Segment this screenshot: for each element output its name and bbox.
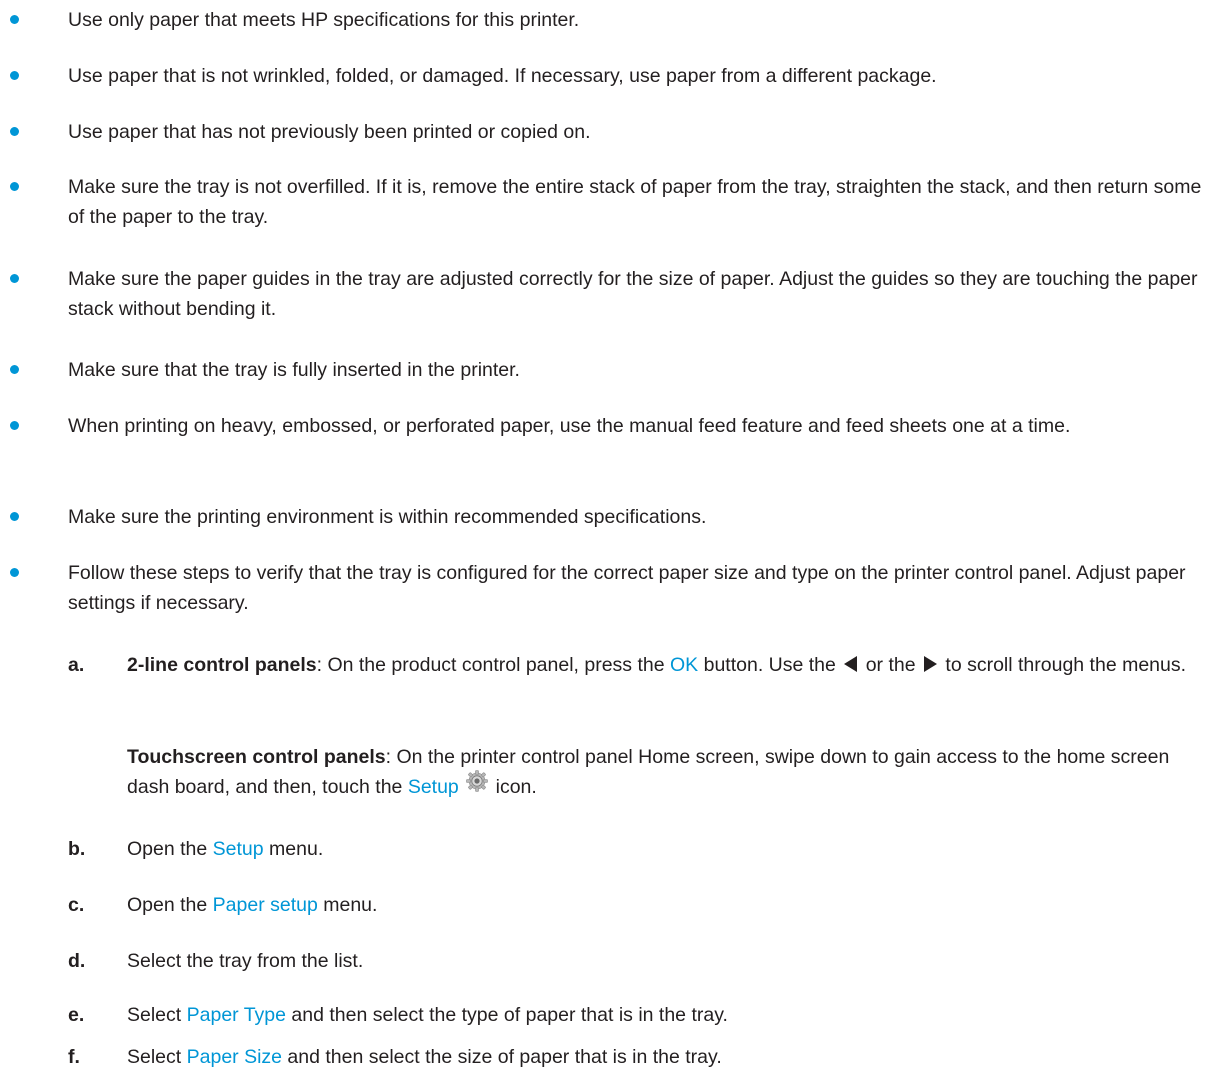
step-text: Select Paper Type and then select the ty… [127, 1000, 1207, 1030]
step-letter: e. [68, 1004, 85, 1026]
setup-link: Setup [407, 776, 459, 798]
step-text: : On the product control panel, press th… [316, 654, 670, 676]
bullet-dot [10, 274, 19, 283]
bullet-item: Make sure the paper guides in the tray a… [10, 264, 1213, 324]
step-text: and then select the type of paper that i… [286, 1004, 728, 1026]
step-text: Select [127, 1046, 187, 1068]
bullet-dot [10, 421, 19, 430]
bullet-item: Make sure the tray is not overfilled. If… [10, 172, 1213, 232]
ok-button-ref: OK [670, 654, 699, 676]
bullet-text: Make sure that the tray is fully inserte… [68, 359, 520, 381]
step-text: menu. [317, 894, 378, 916]
step-text: icon. [490, 776, 537, 798]
step-text: Open the [127, 894, 213, 916]
bullet-text: When printing on heavy, embossed, or per… [68, 415, 1071, 437]
setup-menu-link: Setup [212, 838, 264, 860]
bullet-item: Use only paper that meets HP specificati… [10, 5, 1213, 35]
step-text: Select the tray from the list. [127, 950, 364, 972]
bullet-text: Use only paper that meets HP specificati… [68, 9, 580, 31]
bullet-item: Follow these steps to verify that the tr… [10, 558, 1213, 618]
step-text: Open the Setup menu. [127, 834, 1207, 864]
bullet-dot [10, 365, 19, 374]
bullet-text: Make sure the tray is not overfilled. If… [68, 176, 1202, 228]
bullet-dot [10, 127, 19, 136]
bullet-text: Use paper that is not wrinkled, folded, … [68, 65, 937, 87]
step-a-twoline: 2-line control panels: On the product co… [127, 650, 1207, 680]
step-text: Open the Paper setup menu. [127, 890, 1207, 920]
right-arrow-icon [923, 655, 937, 672]
step-a-touch: Touchscreen control panels: On the print… [127, 742, 1207, 803]
step-text: or the [860, 654, 921, 676]
bullet-item: Use paper that has not previously been p… [10, 117, 1213, 147]
step-text: to scroll through the menus. [939, 654, 1187, 676]
step-letter: a. [68, 654, 85, 676]
step-letter: f. [68, 1046, 80, 1068]
paper-setup-link: Paper setup [212, 894, 318, 916]
setup-gear-icon [466, 770, 489, 801]
twoline-label: 2-line control panels [127, 654, 317, 676]
step-text: Select Paper Size and then select the si… [127, 1042, 1207, 1072]
step-letter: d. [68, 950, 86, 972]
bullet-text: Make sure the paper guides in the tray a… [68, 268, 1198, 320]
step-text: Open the [127, 838, 213, 860]
bullet-item: When printing on heavy, embossed, or per… [10, 411, 1213, 441]
step-text: button. Use the [698, 654, 842, 676]
step-text: menu. [263, 838, 324, 860]
step-text: and then select the size of paper that i… [282, 1046, 722, 1068]
bullet-item: Make sure the printing environment is wi… [10, 502, 1213, 532]
step-letter: c. [68, 894, 85, 916]
bullet-item: Use paper that is not wrinkled, folded, … [10, 61, 1213, 91]
bullet-text: Follow these steps to verify that the tr… [68, 562, 1186, 614]
left-arrow-icon [844, 655, 858, 672]
bullet-dot [10, 568, 19, 577]
bullet-text: Make sure the printing environment is wi… [68, 506, 707, 528]
step-letter: b. [68, 838, 86, 860]
bullet-text: Use paper that has not previously been p… [68, 121, 591, 143]
step-text: Select [127, 1004, 187, 1026]
document-page: Use only paper that meets HP specificati… [0, 0, 1222, 1074]
touchscreen-label: Touchscreen control panels [127, 746, 386, 768]
bullet-dot [10, 71, 19, 80]
bullet-dot [10, 512, 19, 521]
paper-type-link: Paper Type [186, 1004, 287, 1026]
bullet-dot [10, 182, 19, 191]
paper-size-link: Paper Size [186, 1046, 283, 1068]
bullet-item: Make sure that the tray is fully inserte… [10, 355, 1213, 385]
bullet-dot [10, 15, 19, 24]
